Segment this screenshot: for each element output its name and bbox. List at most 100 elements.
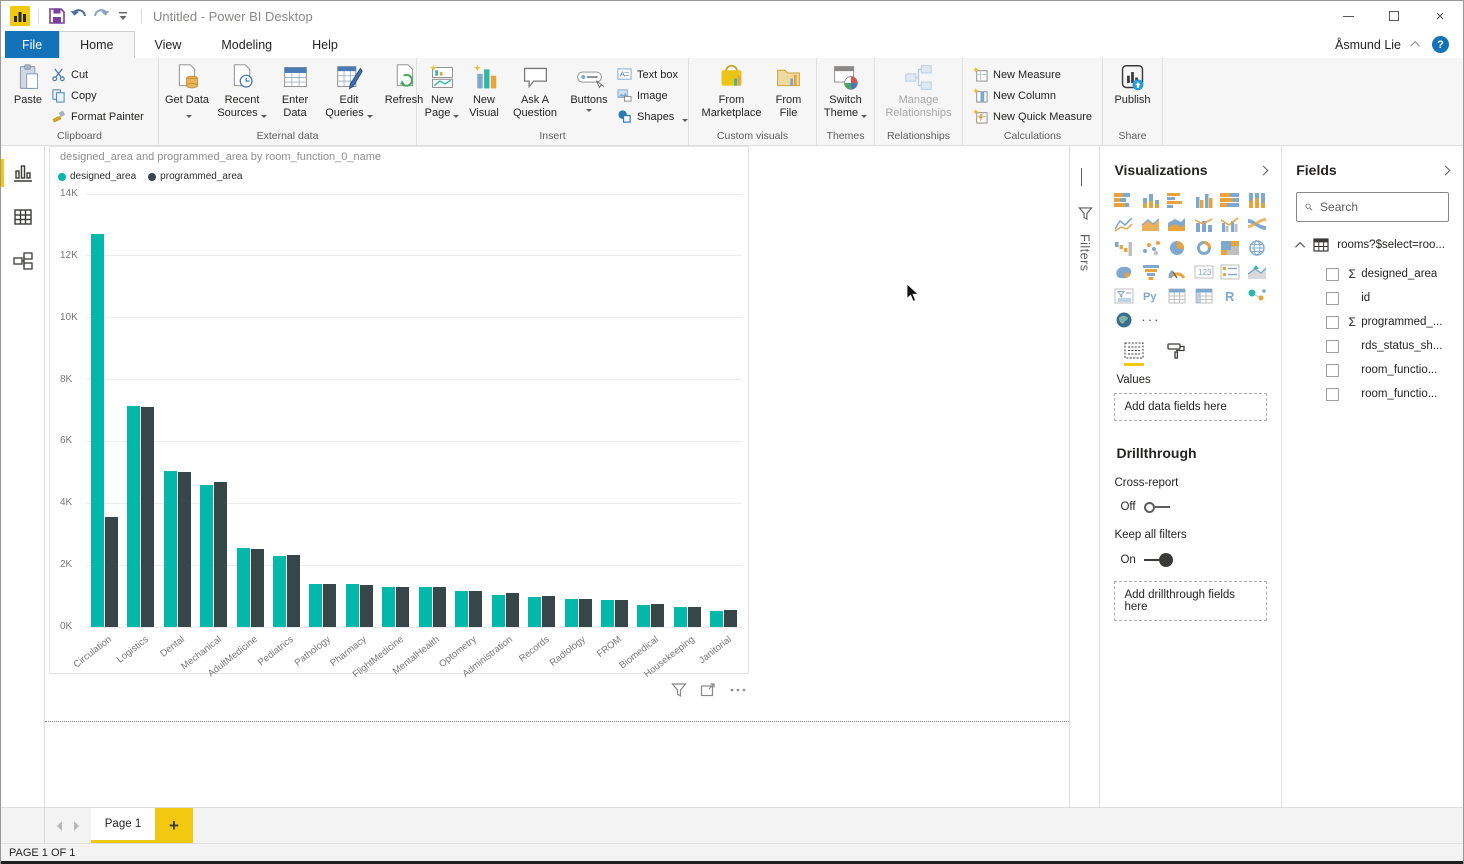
bar-programmed_area[interactable]: [688, 607, 701, 627]
viz-matrix-icon[interactable]: [1194, 288, 1214, 304]
tab-help[interactable]: Help: [292, 31, 358, 58]
viz-filled-map-icon[interactable]: [1114, 264, 1134, 280]
customize-toolbar-button[interactable]: [112, 5, 134, 27]
bar-programmed_area[interactable]: [433, 587, 446, 627]
checkbox-icon[interactable]: [1326, 340, 1339, 353]
new-measure-button[interactable]: New Measure: [973, 64, 1092, 85]
chevron-up-icon[interactable]: [1410, 41, 1420, 51]
viz-slicer-icon[interactable]: [1114, 288, 1134, 304]
viz-gauge-icon[interactable]: [1167, 264, 1187, 280]
viz-hundred-stacked-bar-icon[interactable]: [1220, 192, 1240, 208]
viz-python-icon[interactable]: Py: [1141, 288, 1161, 304]
viz-donut-icon[interactable]: [1194, 240, 1214, 256]
bar-designed_area[interactable]: [164, 471, 177, 627]
field-row[interactable]: room_functio...: [1296, 358, 1449, 382]
viz-stacked-bar-icon[interactable]: [1114, 192, 1134, 208]
tab-home[interactable]: Home: [59, 31, 134, 58]
bar-programmed_area[interactable]: [214, 482, 227, 627]
redo-button[interactable]: [90, 5, 112, 27]
switch-theme-button[interactable]: Switch Theme: [820, 61, 872, 120]
model-view-button[interactable]: [1, 246, 45, 276]
checkbox-icon[interactable]: [1326, 316, 1339, 329]
bar-chart-visual[interactable]: designed_area and programmed_area by roo…: [49, 146, 749, 674]
bar-designed_area[interactable]: [492, 595, 505, 628]
viz-r-script-icon[interactable]: R: [1220, 288, 1240, 304]
fields-tab[interactable]: [1124, 342, 1144, 366]
format-tab[interactable]: [1166, 342, 1186, 366]
bar-designed_area[interactable]: [419, 587, 432, 627]
bar-programmed_area[interactable]: [579, 599, 592, 628]
bar-programmed_area[interactable]: [506, 593, 519, 627]
manage-relationships-button[interactable]: Manage Relationships: [878, 61, 960, 120]
viz-waterfall-icon[interactable]: [1114, 240, 1134, 256]
new-visual-button[interactable]: New Visual: [463, 61, 505, 120]
bar-designed_area[interactable]: [91, 234, 104, 627]
cut-button[interactable]: Cut: [51, 64, 144, 85]
viz-arcgis-map-icon[interactable]: [1114, 312, 1134, 328]
close-button[interactable]: ×: [1417, 1, 1463, 31]
viz-table-icon[interactable]: [1167, 288, 1187, 304]
search-input[interactable]: [1320, 200, 1440, 214]
bar-programmed_area[interactable]: [105, 517, 118, 627]
field-row[interactable]: rds_status_sh...: [1296, 334, 1449, 358]
legend-item[interactable]: designed_area: [58, 171, 136, 182]
text-box-button[interactable]: A Text box: [617, 64, 688, 85]
bar-programmed_area[interactable]: [360, 585, 373, 627]
bar-programmed_area[interactable]: [141, 407, 154, 627]
previous-page-button[interactable]: [57, 821, 62, 831]
next-page-button[interactable]: [74, 821, 79, 831]
bar-designed_area[interactable]: [710, 611, 723, 627]
bar-programmed_area[interactable]: [178, 472, 191, 627]
from-marketplace-button[interactable]: From Marketplace: [696, 61, 768, 120]
viz-treemap-icon[interactable]: [1220, 240, 1240, 256]
bar-designed_area[interactable]: [382, 587, 395, 628]
legend-item[interactable]: programmed_area: [148, 171, 242, 182]
bar-designed_area[interactable]: [565, 599, 578, 628]
focus-mode-icon[interactable]: [700, 682, 716, 698]
bar-programmed_area[interactable]: [651, 604, 664, 627]
bar-designed_area[interactable]: [273, 556, 286, 627]
viz-pie-icon[interactable]: [1167, 240, 1187, 256]
viz-multi-row-card-icon[interactable]: [1220, 264, 1240, 280]
viz-stacked-column-icon[interactable]: [1141, 192, 1161, 208]
tab-view[interactable]: View: [135, 31, 202, 58]
checkbox-icon[interactable]: [1326, 268, 1339, 281]
bar-programmed_area[interactable]: [724, 610, 737, 627]
bar-designed_area[interactable]: [309, 584, 322, 627]
new-page-button[interactable]: New Page: [421, 61, 463, 120]
bar-designed_area[interactable]: [601, 600, 614, 628]
collapse-table-icon[interactable]: [1295, 241, 1305, 251]
viz-stacked-area-icon[interactable]: [1167, 216, 1187, 232]
bar-designed_area[interactable]: [637, 605, 650, 627]
more-options-icon[interactable]: [729, 682, 747, 698]
more-visuals-button[interactable]: ···: [1141, 312, 1161, 328]
report-view-button[interactable]: [1, 158, 45, 188]
keep-all-filters-toggle[interactable]: [1144, 553, 1173, 567]
viz-card-icon[interactable]: 123: [1194, 264, 1214, 280]
table-item[interactable]: rooms?$select=roo...: [1298, 238, 1449, 252]
image-button[interactable]: Image: [617, 85, 688, 106]
add-data-fields-dropzone[interactable]: Add data fields here: [1114, 393, 1267, 421]
save-button[interactable]: [46, 5, 68, 27]
bar-designed_area[interactable]: [455, 591, 468, 627]
bar-programmed_area[interactable]: [542, 596, 555, 627]
ask-a-question-button[interactable]: Ask A Question: [505, 61, 565, 120]
field-row[interactable]: id: [1296, 286, 1449, 310]
page-tab[interactable]: Page 1: [91, 808, 155, 843]
bar-programmed_area[interactable]: [469, 591, 482, 628]
bar-programmed_area[interactable]: [396, 587, 409, 628]
new-quick-measure-button[interactable]: New Quick Measure: [973, 106, 1092, 127]
from-file-button[interactable]: From File: [768, 61, 810, 120]
field-row[interactable]: Σprogrammed_...: [1296, 310, 1449, 334]
data-view-button[interactable]: [1, 202, 45, 232]
checkbox-icon[interactable]: [1326, 292, 1339, 305]
collapse-panel-button[interactable]: [1259, 165, 1269, 175]
field-row[interactable]: room_functio...: [1296, 382, 1449, 406]
help-icon[interactable]: ?: [1432, 36, 1449, 53]
bar-programmed_area[interactable]: [251, 549, 264, 627]
tab-file[interactable]: File: [5, 31, 59, 58]
filter-funnel-icon[interactable]: [671, 682, 687, 698]
viz-kpi-icon[interactable]: [1247, 264, 1267, 280]
checkbox-icon[interactable]: [1326, 388, 1339, 401]
expand-filters-button[interactable]: [1081, 168, 1082, 186]
